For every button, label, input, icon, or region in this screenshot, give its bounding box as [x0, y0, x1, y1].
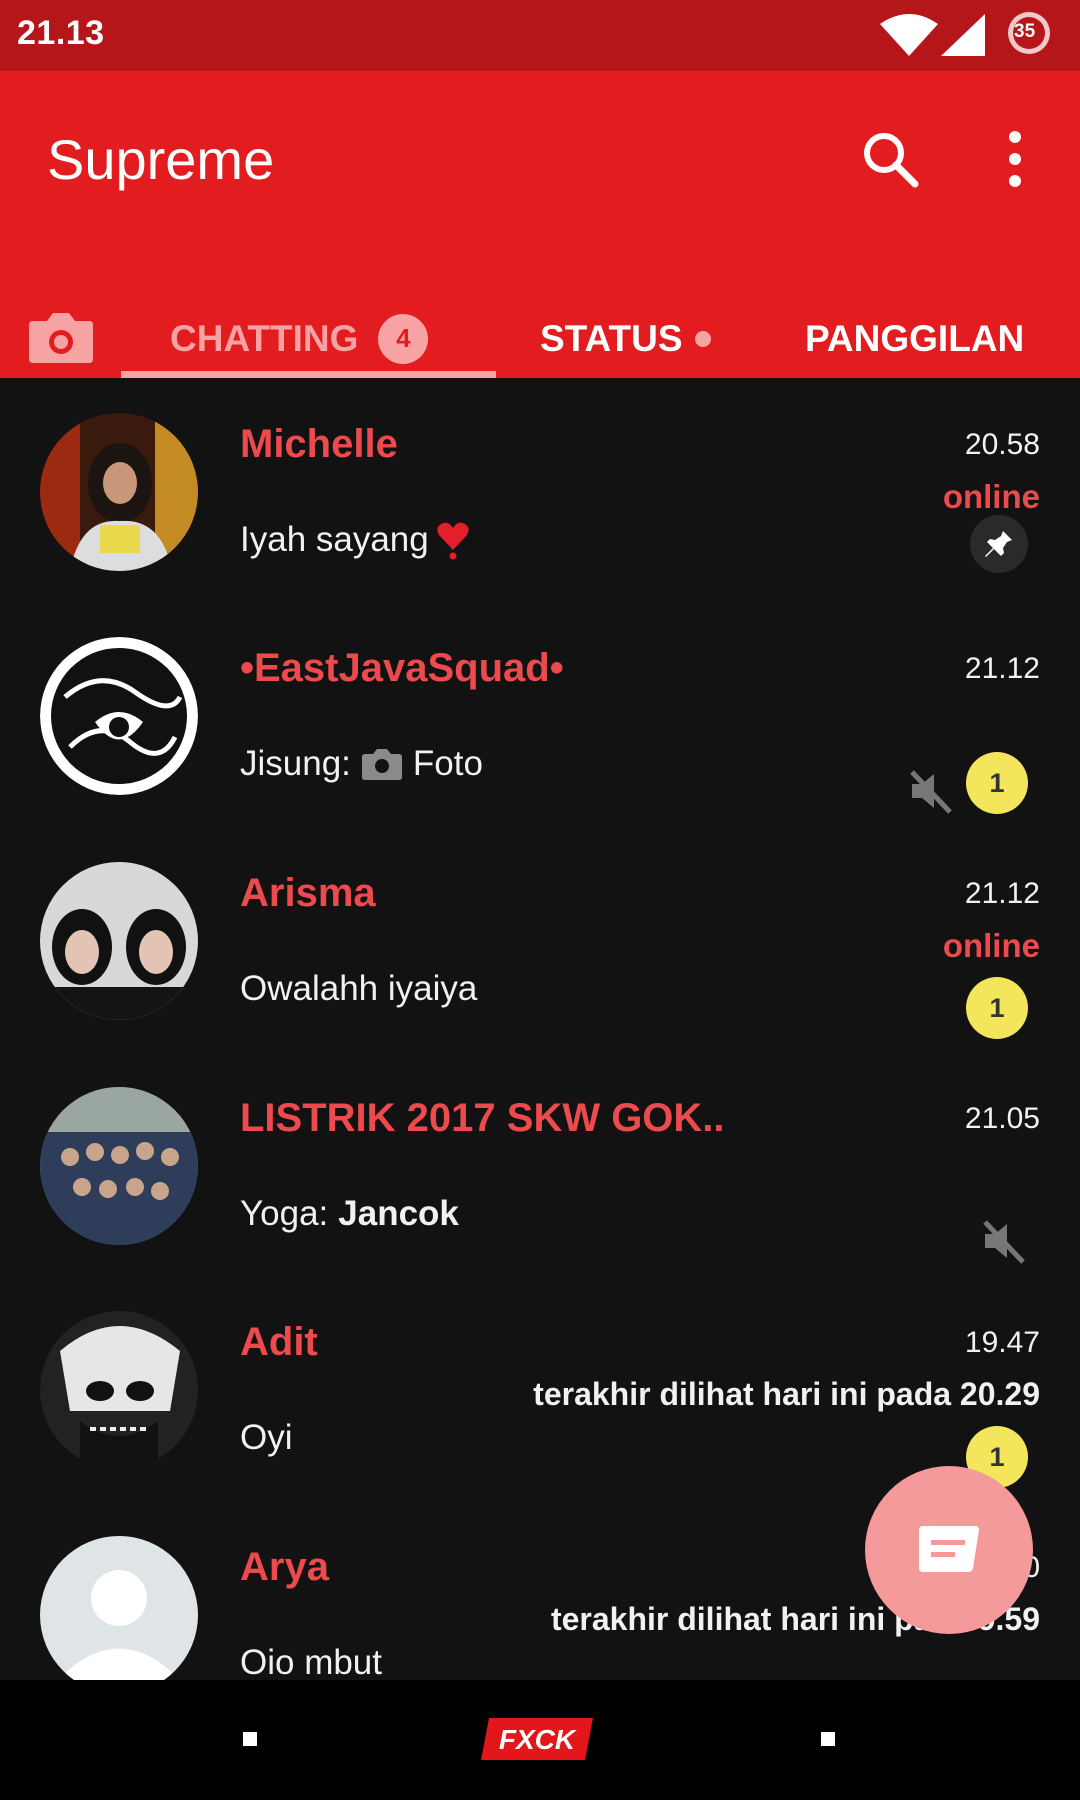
chat-name: •EastJavaSquad• [240, 646, 564, 690]
signal-icon [941, 14, 985, 56]
last-seen: terakhir dilihat hari ini pada 20.29 [533, 1376, 1040, 1412]
chat-row-listrik[interactable]: LISTRIK 2017 SKW GOK.. 21.05 Yoga: Janco… [0, 1052, 1080, 1277]
search-icon[interactable] [860, 129, 920, 189]
camera-photo-icon [361, 749, 402, 780]
chat-name: LISTRIK 2017 SKW GOK.. [240, 1096, 725, 1140]
chat-row-adit[interactable]: Adit 19.47 terakhir dilihat hari ini pad… [0, 1276, 1080, 1501]
chat-sender: Jisung: [240, 744, 351, 783]
camera-icon[interactable] [27, 309, 95, 365]
avatar[interactable] [40, 1311, 198, 1469]
chat-row-eastjavasquad[interactable]: •EastJavaSquad• 21.12 Jisung: Foto 1 [0, 602, 1080, 827]
unread-badge: 1 [966, 752, 1028, 814]
status-time: 21.13 [17, 14, 105, 52]
tab-indicator [121, 371, 496, 378]
chat-message: Iyah sayang [240, 520, 429, 559]
muted-icon [983, 1220, 1025, 1264]
new-chat-icon [919, 1526, 979, 1572]
chat-preview: Owalahh iyaiya [240, 969, 477, 1009]
chat-time: 21.05 [964, 1102, 1040, 1135]
chat-preview: Oio mbut [240, 1643, 382, 1680]
chat-name: Michelle [240, 422, 398, 466]
nav-home-logo[interactable]: FXCK [481, 1718, 593, 1760]
wifi-icon [880, 14, 938, 56]
more-vert-icon[interactable] [995, 127, 1035, 191]
chat-name: Arya [240, 1545, 329, 1589]
avatar[interactable] [40, 637, 198, 795]
chat-preview: Jisung: Foto [240, 744, 483, 784]
tab-chatting-label: CHATTING [170, 317, 359, 359]
avatar[interactable] [40, 1087, 198, 1245]
chat-message: Jancok [338, 1194, 459, 1233]
chat-name: Adit [240, 1320, 318, 1364]
chat-sender: Yoga: [240, 1194, 329, 1233]
tab-status-label: STATUS [540, 317, 683, 359]
avatar[interactable] [40, 862, 198, 1020]
unread-badge: 1 [966, 977, 1028, 1039]
chat-time: 21.12 [964, 652, 1040, 685]
chat-message: Owalahh iyaiya [240, 969, 478, 1008]
nav-back-button[interactable] [243, 1732, 257, 1746]
chat-message: Foto [412, 744, 483, 783]
chat-preview: Iyah sayang [240, 520, 471, 560]
presence-online: online [942, 478, 1040, 515]
chat-message: Oyi [240, 1418, 293, 1457]
tab-status[interactable]: STATUS [540, 299, 711, 378]
status-bar: 21.13 35 [0, 0, 1080, 71]
presence-online: online [942, 927, 1040, 964]
chat-message: Oio mbut [240, 1643, 382, 1680]
chat-preview: Yoga: Jancok [240, 1194, 459, 1234]
avatar[interactable] [40, 413, 198, 571]
chat-row-arisma[interactable]: Arisma 21.12 online Owalahh iyaiya 1 [0, 827, 1080, 1052]
status-new-dot [694, 330, 711, 347]
chat-preview: Oyi [240, 1418, 293, 1458]
avatar[interactable] [40, 1536, 198, 1680]
muted-icon [910, 770, 952, 814]
tab-chatting[interactable]: CHATTING 4 [170, 299, 429, 378]
chat-time: 19.47 [964, 1326, 1040, 1359]
new-chat-button[interactable] [865, 1466, 1033, 1634]
navigation-bar: FXCK [0, 1680, 1080, 1800]
chat-time: 20.58 [964, 428, 1040, 461]
app-title: Supreme [47, 128, 275, 191]
heart-icon [437, 522, 469, 560]
unread-count-badge: 4 [378, 313, 429, 364]
nav-recents-button[interactable] [821, 1732, 835, 1746]
tab-panggilan[interactable]: PANGGILAN [805, 299, 1024, 378]
chat-row-michelle[interactable]: Michelle 20.58 online Iyah sayang [0, 378, 1080, 603]
battery-level: 35 [1014, 21, 1036, 42]
app-bar: Supreme CHATTING 4 STATUS PANGGILAN [0, 71, 1080, 378]
nav-logo-text: FXCK [499, 1724, 577, 1755]
chat-name: Arisma [240, 871, 376, 915]
pin-icon [970, 515, 1028, 573]
tab-panggilan-label: PANGGILAN [805, 317, 1025, 359]
tab-bar: CHATTING 4 STATUS PANGGILAN [0, 299, 1080, 378]
chat-time: 21.12 [964, 877, 1040, 910]
